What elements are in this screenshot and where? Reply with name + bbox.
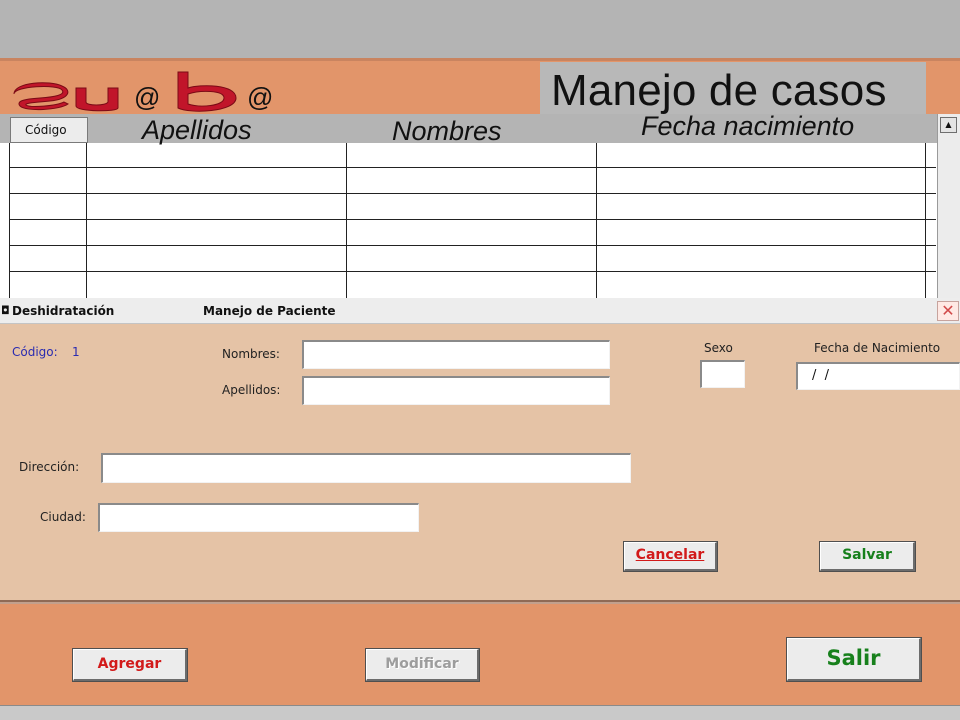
column-header-nombres[interactable]: Nombres (392, 116, 502, 146)
ciudad-label: Ciudad: (40, 510, 86, 524)
apellidos-field[interactable] (302, 376, 610, 405)
exit-button-label: Salir (826, 646, 881, 670)
svg-text:@: @ (134, 82, 160, 112)
table-row-border (10, 219, 936, 220)
svg-text:@: @ (247, 82, 273, 112)
sexo-field[interactable] (700, 360, 745, 388)
column-header-codigo[interactable]: Código (10, 117, 88, 143)
close-icon[interactable]: ✕ (937, 301, 959, 321)
direccion-label: Dirección: (19, 460, 80, 474)
codigo-value: 1 (72, 345, 80, 359)
scroll-up-arrow-icon[interactable]: ▲ (940, 117, 957, 133)
table-row-border (10, 271, 936, 272)
grid-vertical-scrollbar[interactable]: ▲ (937, 114, 960, 298)
app-logo: @ @ (13, 71, 273, 112)
table-row-border (10, 245, 936, 246)
dialog-app-name: Deshidratación (12, 304, 115, 318)
codigo-label: Código: (12, 345, 58, 359)
exit-button[interactable]: Salir (786, 637, 922, 682)
table-row-border (10, 193, 936, 194)
column-header-apellidos[interactable]: Apellidos (142, 115, 252, 145)
fecha-nacimiento-label: Fecha de Nacimiento (814, 341, 941, 355)
apellidos-label: Apellidos: (222, 383, 281, 397)
patient-dialog: ◘ Deshidratación Manejo de Paciente ✕ Có… (0, 298, 960, 602)
page-title-box: Manejo de casos (540, 62, 926, 115)
dialog-title: Manejo de Paciente (203, 304, 336, 318)
modify-button[interactable]: Modificar (365, 648, 480, 682)
add-button-label: Agregar (97, 656, 162, 672)
direccion-field[interactable] (101, 453, 631, 483)
cancel-button-label: Cancelar (635, 547, 705, 563)
nombres-field[interactable] (302, 340, 610, 369)
nombres-label: Nombres: (222, 347, 280, 361)
cancel-button[interactable]: Cancelar (623, 541, 718, 572)
table-row-border (10, 167, 936, 168)
modify-button-label: Modificar (385, 656, 459, 672)
bottom-edge (0, 705, 960, 720)
add-button[interactable]: Agregar (72, 648, 188, 682)
sexo-label: Sexo (704, 341, 733, 355)
top-edge (0, 58, 960, 61)
save-button[interactable]: Salvar (819, 541, 916, 572)
dialog-title-bar[interactable]: ◘ Deshidratación Manejo de Paciente ✕ (0, 298, 960, 324)
grid-header: Código Apellidos Nombres Fecha nacimient… (0, 111, 960, 146)
app-icon: ◘ (1, 304, 10, 317)
divider (0, 602, 960, 604)
page-title: Manejo de casos (551, 66, 887, 115)
save-button-label: Salvar (842, 547, 892, 563)
ciudad-field[interactable] (98, 503, 419, 532)
grid-body[interactable] (0, 143, 936, 298)
fecha-nacimiento-field[interactable]: / / (796, 362, 960, 390)
column-header-fecha-nacimiento[interactable]: Fecha nacimiento (641, 111, 854, 141)
top-toolbar-area (0, 0, 960, 58)
cases-grid[interactable]: Código Apellidos Nombres Fecha nacimient… (0, 111, 960, 298)
